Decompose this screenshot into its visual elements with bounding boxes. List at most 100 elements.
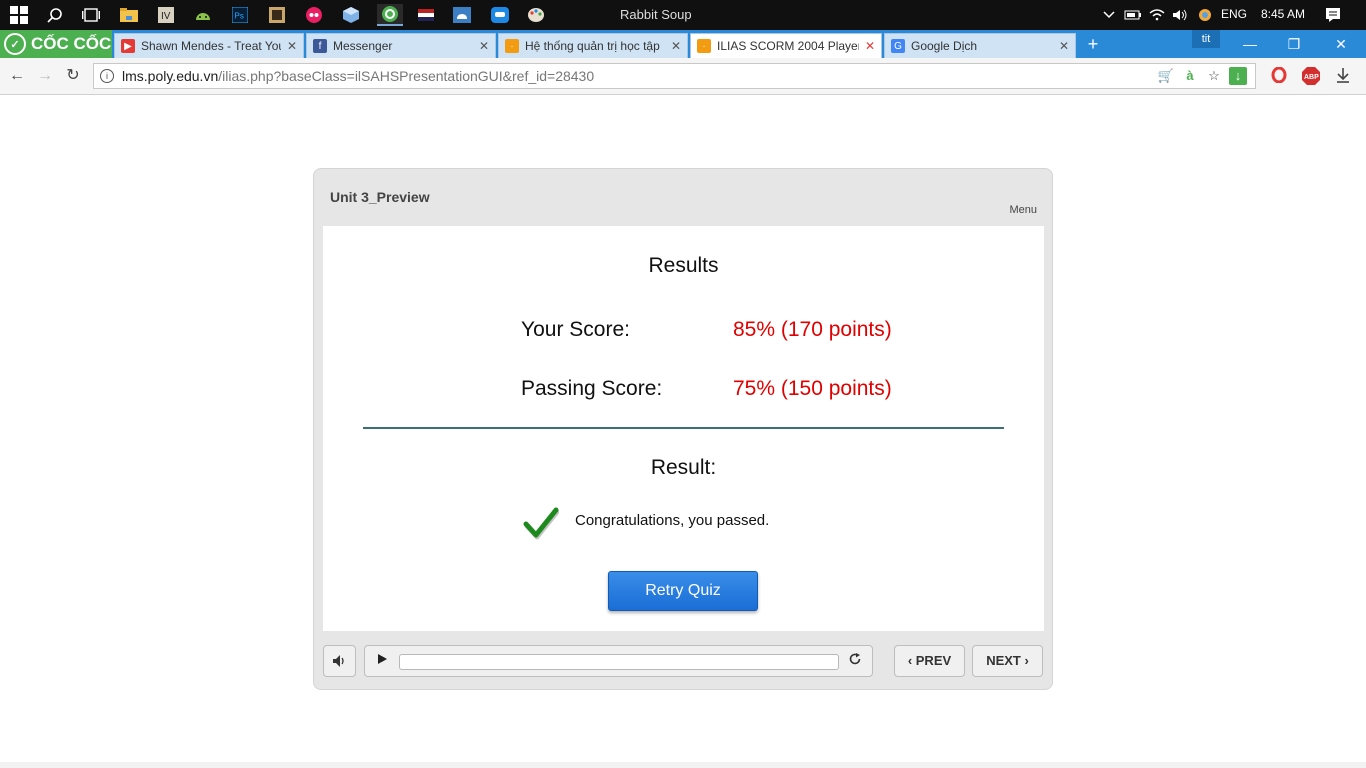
adblock-icon[interactable]: ABP <box>1302 67 1320 85</box>
seek-bar[interactable] <box>399 654 839 670</box>
url-path: /ilias.php?baseClass=ilSAHSPresentationG… <box>218 68 595 84</box>
tab-label: Google Dịch <box>911 39 978 53</box>
notifications-icon[interactable] <box>1322 4 1344 26</box>
course-title: Unit 3_Preview <box>330 189 430 205</box>
scorm-player: Unit 3_Preview Menu Results Your Score: … <box>313 168 1053 690</box>
close-icon[interactable]: ✕ <box>865 39 875 53</box>
battery-icon[interactable] <box>1122 4 1144 26</box>
pass-message: Congratulations, you passed. <box>575 512 770 529</box>
tab-label: ILIAS SCORM 2004 Player <box>717 39 859 53</box>
url-host: lms.poly.edu.vn <box>122 68 219 84</box>
browser-tab-bar: ✓ CỐC CỐC ▶ Shawn Mendes - Treat You ✕ f… <box>0 30 1366 58</box>
download-arrow-icon[interactable]: ↓ <box>1229 67 1247 85</box>
shopping-cart-icon[interactable]: 🛒 <box>1157 67 1175 85</box>
coccoc-mark-icon: ✓ <box>4 33 26 55</box>
prev-label: PREV <box>915 653 952 668</box>
paint-app-icon[interactable] <box>525 4 547 26</box>
tab-google-translate[interactable]: G Google Dịch ✕ <box>884 33 1076 58</box>
cloud-app-icon[interactable] <box>451 4 473 26</box>
chat-app-icon[interactable] <box>489 4 511 26</box>
chevron-up-icon[interactable] <box>1098 4 1120 26</box>
minimize-icon[interactable]: — <box>1240 34 1260 54</box>
speaker-icon <box>332 655 344 667</box>
replay-icon[interactable] <box>846 652 864 670</box>
volume-icon[interactable] <box>1169 4 1191 26</box>
language-globe-icon[interactable] <box>1194 4 1216 26</box>
page-bottom-strip <box>0 762 1366 768</box>
passing-score-value: 75% (150 points) <box>733 377 892 400</box>
coccoc-logo[interactable]: ✓ CỐC CỐC <box>0 30 112 58</box>
star-icon[interactable]: ☆ <box>1205 67 1223 85</box>
clock[interactable]: 8:45 AM <box>1261 7 1305 21</box>
site-icon: · <box>697 39 711 53</box>
app-iv-icon[interactable]: IV <box>155 4 177 26</box>
svg-text:IV: IV <box>161 11 171 22</box>
restore-icon[interactable]: ❐ <box>1284 34 1304 54</box>
youtube-icon: ▶ <box>121 39 135 53</box>
facebook-icon: f <box>313 39 327 53</box>
results-slide: Results Your Score: 85% (170 points) Pas… <box>323 226 1044 631</box>
close-window-icon[interactable]: ✕ <box>1331 34 1351 54</box>
flag-app-icon[interactable] <box>415 4 437 26</box>
file-explorer-icon[interactable] <box>118 4 140 26</box>
dots-app-icon[interactable] <box>303 4 325 26</box>
close-icon[interactable]: ✕ <box>287 39 297 53</box>
playback-controls: ‹ PREV NEXT › <box>323 645 1044 679</box>
omnibox-icons: 🛒 à ☆ ↓ <box>1157 67 1247 85</box>
prev-button[interactable]: ‹ PREV <box>894 645 965 677</box>
windows-taskbar: IV Ps Rabbit Soup ENG 8:45 AM <box>0 0 1366 30</box>
tab-label: Hệ thống quản trị học tập <box>525 39 660 53</box>
language-indicator[interactable]: ENG <box>1221 7 1247 21</box>
browser-toolbar: ← → ↻ i lms.poly.edu.vn/ilias.php?baseCl… <box>0 58 1366 95</box>
info-icon[interactable]: i <box>100 69 114 83</box>
tab-ilias-scorm[interactable]: · ILIAS SCORM 2004 Player ✕ <box>690 33 882 58</box>
site-icon: · <box>505 39 519 53</box>
photoshop-icon[interactable]: Ps <box>229 4 251 26</box>
download-icon[interactable] <box>1334 67 1352 85</box>
svg-text:Ps: Ps <box>235 12 244 21</box>
divider <box>363 427 1004 429</box>
search-icon[interactable] <box>44 4 66 26</box>
opera-extension-icon[interactable] <box>1270 66 1288 85</box>
retry-quiz-button[interactable]: Retry Quiz <box>608 571 758 611</box>
forward-arrow-icon[interactable]: → <box>35 66 55 86</box>
close-icon[interactable]: ✕ <box>671 39 681 53</box>
back-arrow-icon[interactable]: ← <box>7 66 27 86</box>
tab-label: Shawn Mendes - Treat You <box>141 39 281 53</box>
chevron-right-icon: › <box>1020 653 1029 668</box>
coccoc-taskbar-icon[interactable] <box>377 4 403 26</box>
menu-button[interactable]: Menu <box>1009 204 1037 216</box>
next-button[interactable]: NEXT › <box>972 645 1043 677</box>
vietnamese-input-icon[interactable]: à <box>1181 67 1199 85</box>
box-app-icon[interactable] <box>340 4 362 26</box>
seek-control <box>364 645 873 677</box>
svg-text:ABP: ABP <box>1304 74 1319 81</box>
chevron-left-icon: ‹ <box>907 653 916 668</box>
wifi-icon[interactable] <box>1146 4 1168 26</box>
android-studio-icon[interactable] <box>192 4 214 26</box>
notes-app-icon[interactable] <box>266 4 288 26</box>
google-translate-icon: G <box>891 39 905 53</box>
active-window-title: Rabbit Soup <box>620 7 692 22</box>
close-icon[interactable]: ✕ <box>479 39 489 53</box>
next-label: NEXT <box>986 653 1021 668</box>
profile-badge[interactable]: tit <box>1192 30 1220 48</box>
your-score-value: 85% (170 points) <box>733 318 892 341</box>
task-view-icon[interactable] <box>80 4 102 26</box>
passing-score-label: Passing Score: <box>521 377 663 400</box>
close-icon[interactable]: ✕ <box>1059 39 1069 53</box>
results-heading: Results <box>648 254 719 277</box>
address-bar[interactable]: i lms.poly.edu.vn/ilias.php?baseClass=il… <box>93 63 1256 89</box>
windows-start-icon[interactable] <box>8 4 30 26</box>
tab-lms[interactable]: · Hệ thống quản trị học tập ✕ <box>498 33 688 58</box>
checkmark-icon <box>523 507 559 540</box>
mute-button[interactable] <box>323 645 356 677</box>
tab-messenger[interactable]: f Messenger ✕ <box>306 33 496 58</box>
tab-youtube[interactable]: ▶ Shawn Mendes - Treat You ✕ <box>114 33 304 58</box>
your-score-label: Your Score: <box>521 318 630 341</box>
reload-icon[interactable]: ↻ <box>63 66 83 86</box>
coccoc-logo-text: CỐC CỐC <box>31 34 112 53</box>
result-heading: Result: <box>650 456 717 479</box>
play-icon[interactable] <box>373 652 391 670</box>
new-tab-button[interactable]: + <box>1084 35 1102 53</box>
